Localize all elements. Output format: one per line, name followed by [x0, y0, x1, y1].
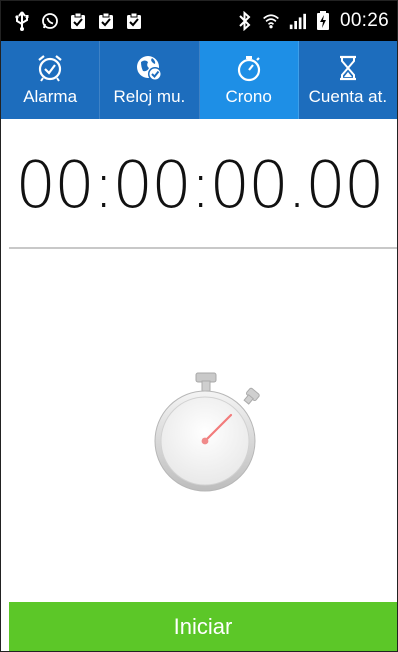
- clipboard-check-icon: [97, 12, 115, 30]
- whatsapp-icon: [41, 12, 59, 30]
- usb-icon: [13, 11, 31, 31]
- stopwatch-illustration-icon: [141, 363, 271, 503]
- tab-crono[interactable]: Crono: [199, 41, 299, 119]
- stopwatch-time-display: 00:00:00.00: [15, 149, 384, 223]
- app-frame: 00:26 Alarma Reloj mu. Crono Cuenta at. …: [0, 0, 398, 652]
- hourglass-icon: [333, 53, 363, 83]
- tab-label: Cuenta at.: [308, 87, 388, 106]
- alarm-clock-icon: [35, 53, 65, 83]
- divider: [9, 247, 397, 249]
- wifi-icon: [262, 12, 280, 30]
- status-time: 00:26: [339, 10, 389, 31]
- start-button[interactable]: Iniciar: [9, 602, 397, 651]
- status-bar: 00:26: [1, 1, 397, 41]
- tab-alarma[interactable]: Alarma: [1, 41, 101, 119]
- battery-charging-icon: [314, 11, 332, 30]
- stopwatch-icon: [234, 53, 264, 83]
- clipboard-check-icon: [125, 12, 143, 30]
- world-clock-icon: [134, 53, 164, 83]
- tab-bar: Alarma Reloj mu. Crono Cuenta at.: [1, 41, 397, 119]
- tab-reloj-mundial[interactable]: Reloj mu.: [100, 41, 200, 119]
- signal-icon: [288, 12, 306, 30]
- bluetooth-icon: [236, 11, 254, 31]
- clipboard-check-icon: [69, 12, 87, 30]
- tab-label: Crono: [225, 87, 272, 106]
- tab-label: Reloj mu.: [113, 87, 186, 106]
- tab-cuenta-atras[interactable]: Cuenta at.: [299, 41, 397, 119]
- tab-label: Alarma: [23, 87, 78, 106]
